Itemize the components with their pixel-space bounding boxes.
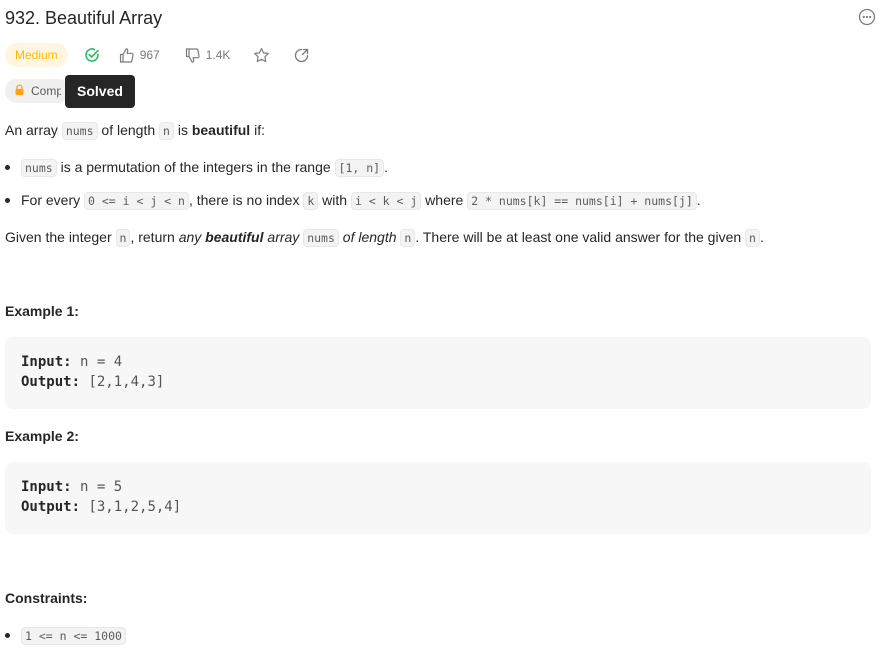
constraint-item: 1 <= n <= 1000 [21,625,126,646]
constraints-heading: Constraints: [5,590,88,606]
companies-tag[interactable]: Comp [5,79,70,103]
example-2-block: Input: n = 5 Output: [3,1,2,5,4] [5,462,871,534]
solved-check-icon[interactable] [84,47,100,63]
example-1-block: Input: n = 4 Output: [2,1,4,3] [5,337,871,409]
example-1-heading: Example 1: [5,303,79,319]
title-row: 932. Beautiful Array [5,6,876,30]
like-count: 967 [139,48,160,62]
given-paragraph: Given the integer n, return any beautifu… [5,229,764,247]
like-button[interactable]: 967 [118,47,160,64]
dislike-button[interactable]: 1.4K [184,47,231,64]
more-options-icon[interactable] [858,8,876,26]
bullet-dot [5,165,10,170]
code-nums: nums [61,122,98,140]
share-icon[interactable] [293,47,310,64]
companies-label: Comp [31,84,61,98]
solved-tooltip: Solved [65,75,135,108]
bullet-permutation: nums is a permutation of the integers in… [21,157,388,178]
thumbs-down-icon [184,47,201,64]
intro-paragraph: An array nums of length n is beautiful i… [5,122,265,140]
meta-row: Medium 967 1.4K [5,43,310,67]
difficulty-badge[interactable]: Medium [5,43,68,67]
bullet-dot [5,633,10,638]
lock-icon [14,83,25,99]
bullet-dot [5,198,10,203]
example-2-heading: Example 2: [5,428,79,444]
thumbs-up-icon [118,47,135,64]
code-n: n [159,122,174,140]
dislike-count: 1.4K [205,48,231,62]
bullet-condition: For every 0 <= i < j < n, there is no in… [21,192,701,210]
star-icon[interactable] [253,47,270,64]
page-title[interactable]: 932. Beautiful Array [5,6,871,30]
